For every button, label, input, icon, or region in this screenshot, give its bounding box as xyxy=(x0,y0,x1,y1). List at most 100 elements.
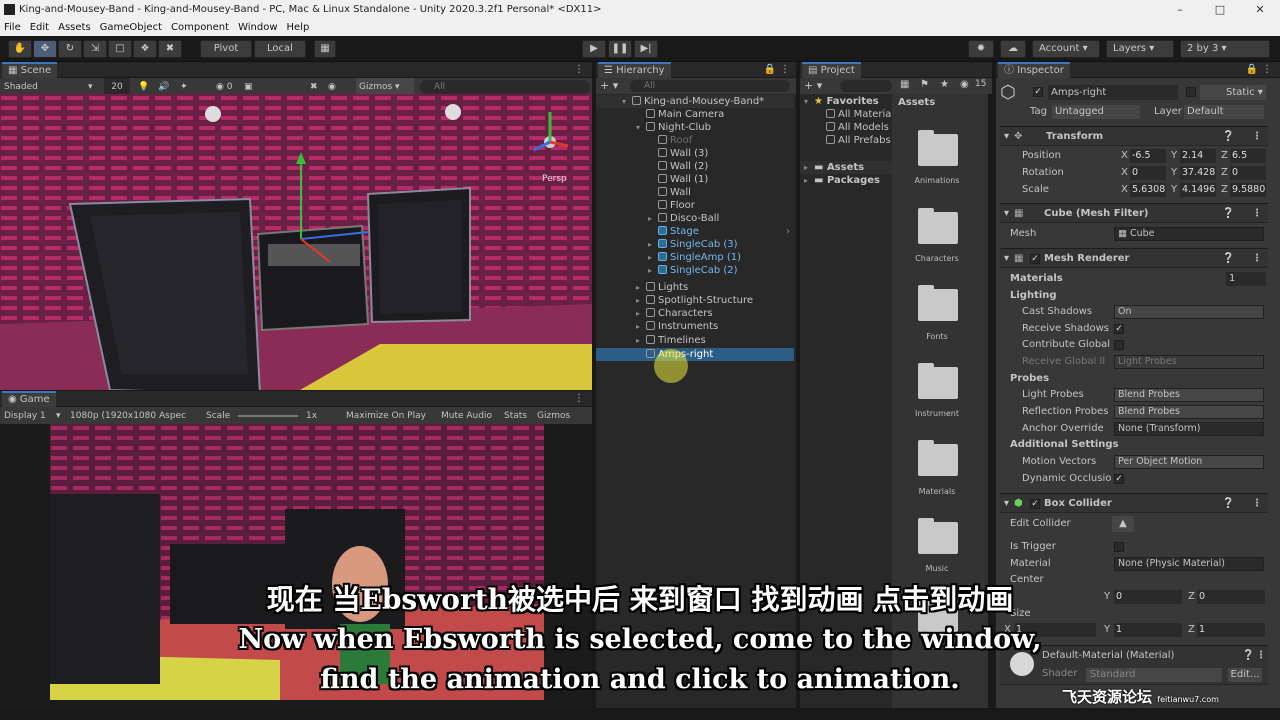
rotate-tool-icon[interactable]: ↻ xyxy=(58,40,82,58)
move-tool-icon[interactable]: ✥ xyxy=(33,40,57,58)
folder-characters-label[interactable]: Characters xyxy=(897,254,977,263)
materials-count-field[interactable]: 1 xyxy=(1226,272,1266,286)
scene-search-input[interactable]: All xyxy=(420,80,590,94)
collab-icon[interactable]: ✹ xyxy=(968,40,994,58)
component-menu-icon[interactable]: ⋮ xyxy=(1252,249,1262,269)
layer-dropdown[interactable]: Default xyxy=(1184,105,1264,119)
hierarchy-item-wall-1[interactable]: Wall (1) xyxy=(596,173,794,186)
folder-music-label[interactable]: Music xyxy=(897,564,977,573)
component-menu-icon[interactable]: ⋮ xyxy=(1252,204,1262,224)
hierarchy-item-instruments[interactable]: ▸ Instruments xyxy=(596,320,794,333)
visibility-icon[interactable]: ◉ xyxy=(960,79,969,90)
hierarchy-item-characters[interactable]: ▸ Characters xyxy=(596,307,794,320)
scene-gizmo[interactable] xyxy=(530,102,570,168)
mesh-renderer-component-header[interactable]: ▾ ▦ ✓ Mesh Renderer ❔ ⋮ xyxy=(1000,248,1268,268)
pause-button[interactable]: ❚❚ xyxy=(608,40,632,58)
object-name-field[interactable]: Amps-right xyxy=(1048,85,1178,100)
prefab-open-icon[interactable]: › xyxy=(786,225,790,238)
folder-characters-icon[interactable] xyxy=(918,208,958,244)
resolution-dropdown[interactable]: 1080p (1920x1080 Aspec xyxy=(70,407,194,425)
component-menu-icon[interactable]: ⋮ xyxy=(1252,127,1262,147)
inspector-lock-icon[interactable]: 🔒 xyxy=(1246,62,1258,78)
help-icon[interactable]: ❔ xyxy=(1222,494,1234,514)
menu-assets[interactable]: Assets xyxy=(58,22,91,33)
hierarchy-item-wall[interactable]: Wall xyxy=(596,186,794,199)
materials-row[interactable]: Materials 1 xyxy=(1000,271,1268,287)
filter-icon[interactable]: ▦ xyxy=(900,79,909,90)
box-collider-enabled-checkbox[interactable]: ✓ xyxy=(1030,499,1040,509)
favorites-section[interactable]: ▾ ★ Favorites xyxy=(800,95,892,108)
mesh-renderer-enabled-checkbox[interactable]: ✓ xyxy=(1030,254,1040,264)
play-button[interactable]: ▶ xyxy=(582,40,606,58)
fav-all-materials[interactable]: All Materia xyxy=(800,108,892,121)
layout-dropdown[interactable]: 2 by 3 ▾ xyxy=(1180,40,1270,58)
hierarchy-item-timelines[interactable]: ▸ Timelines xyxy=(596,334,794,347)
folder-instrument-icon[interactable] xyxy=(918,363,958,399)
game-view[interactable] xyxy=(50,424,544,700)
label-icon[interactable]: ⚑ xyxy=(920,79,929,90)
folder-music-icon[interactable] xyxy=(918,518,958,554)
rotation-y-field[interactable]: 37.428 xyxy=(1180,166,1216,180)
scale-z-field[interactable]: 9.5880 xyxy=(1230,183,1266,197)
tab-inspector[interactable]: ⓘ Inspector xyxy=(998,62,1070,78)
hierarchy-item-scene[interactable]: ▾ King-and-Mousey-Band* xyxy=(596,95,794,108)
close-icon[interactable]: ✕ xyxy=(1240,0,1280,19)
position-y-field[interactable]: 2.14 xyxy=(1180,149,1216,163)
edit-collider-button[interactable]: ▲ xyxy=(1112,516,1134,532)
menu-help[interactable]: Help xyxy=(287,22,310,33)
scale-x-field[interactable]: 5.6308 xyxy=(1130,183,1166,197)
star-icon[interactable]: ★ xyxy=(940,79,949,90)
fav-all-prefabs[interactable]: All Prefabs xyxy=(800,134,892,147)
static-dropdown[interactable]: Static ▾ xyxy=(1200,85,1266,100)
hierarchy-item-wall-3[interactable]: Wall (3) xyxy=(596,147,794,160)
hierarchy-item-night-club[interactable]: ▾ Night-Club xyxy=(596,121,794,134)
probes-section[interactable]: Probes xyxy=(1000,371,1268,387)
cloud-icon[interactable]: ☁ xyxy=(1000,40,1026,58)
fav-all-models[interactable]: All Models xyxy=(800,121,892,134)
contribute-gi-checkbox[interactable] xyxy=(1114,340,1124,350)
help-icon[interactable]: ❔ xyxy=(1222,249,1234,269)
hand-tool-icon[interactable]: ✋ xyxy=(8,40,32,58)
scale-tool-icon[interactable]: ⇲ xyxy=(83,40,107,58)
project-add-button[interactable]: + ▾ xyxy=(804,79,822,92)
hierarchy-item-amps-right[interactable]: Amps-right xyxy=(596,348,794,361)
hierarchy-item-wall-2[interactable]: Wall (2) xyxy=(596,160,794,173)
menu-gameobject[interactable]: GameObject xyxy=(100,22,162,33)
menu-window[interactable]: Window xyxy=(238,22,277,33)
scale-slider[interactable] xyxy=(238,415,298,417)
custom-tool-icon[interactable]: ✖ xyxy=(158,40,182,58)
game-gizmos-dropdown[interactable]: Gizmos xyxy=(537,407,570,425)
folder-instrument-label[interactable]: Instrument xyxy=(897,409,977,418)
hierarchy-item-singleamp-1[interactable]: ▸ SingleAmp (1) xyxy=(596,251,794,264)
folder-animations-label[interactable]: Animations xyxy=(897,176,977,185)
game-menu-icon[interactable]: ⋮ xyxy=(574,391,584,407)
receive-shadows-checkbox[interactable]: ✓ xyxy=(1114,324,1124,334)
packages-folder[interactable]: ▸ ▬ Packages xyxy=(800,174,892,187)
hierarchy-item-singlecab-3[interactable]: ▸ SingleCab (3) xyxy=(596,238,794,251)
mesh-filter-component-header[interactable]: ▾ ▦ Cube (Mesh Filter) ❔ ⋮ xyxy=(1000,203,1268,223)
hierarchy-item-main-camera[interactable]: Main Camera xyxy=(596,108,794,121)
persp-label[interactable]: Persp xyxy=(542,174,567,184)
step-button[interactable]: ▶| xyxy=(634,40,658,58)
is-trigger-checkbox[interactable] xyxy=(1114,542,1124,552)
hierarchy-add-button[interactable]: + ▾ xyxy=(600,79,618,92)
tab-scene[interactable]: ▦ Scene xyxy=(2,62,58,78)
tab-hierarchy[interactable]: ☰ Hierarchy xyxy=(598,62,671,78)
box-collider-component-header[interactable]: ▾ ⬢ ✓ Box Collider ❔ ⋮ xyxy=(1000,493,1268,513)
reflection-probes-dropdown[interactable]: Blend Probes xyxy=(1114,405,1264,419)
additional-settings-section[interactable]: Additional Settings xyxy=(1000,437,1268,453)
project-search-input[interactable] xyxy=(840,80,892,92)
motion-vectors-dropdown[interactable]: Per Object Motion xyxy=(1114,455,1264,469)
tab-project[interactable]: ▤ Project xyxy=(802,62,861,78)
hierarchy-item-spotlight-structure[interactable]: ▸ Spotlight-Structure xyxy=(596,294,794,307)
dynamic-occlusion-checkbox[interactable]: ✓ xyxy=(1114,474,1124,484)
folder-materials-icon[interactable] xyxy=(918,440,958,476)
pivot-toggle[interactable]: Pivot xyxy=(200,40,252,58)
light-probes-dropdown[interactable]: Blend Probes xyxy=(1114,388,1264,402)
maximize-on-play-toggle[interactable]: Maximize On Play xyxy=(346,407,426,425)
lighting-section[interactable]: Lighting xyxy=(1000,288,1268,304)
component-menu-icon[interactable]: ⋮ xyxy=(1252,494,1262,514)
hierarchy-search-input[interactable]: All xyxy=(630,80,790,92)
maximize-icon[interactable]: □ xyxy=(1200,0,1240,19)
hierarchy-item-singlecab-2[interactable]: ▸ SingleCab (2) xyxy=(596,264,794,277)
